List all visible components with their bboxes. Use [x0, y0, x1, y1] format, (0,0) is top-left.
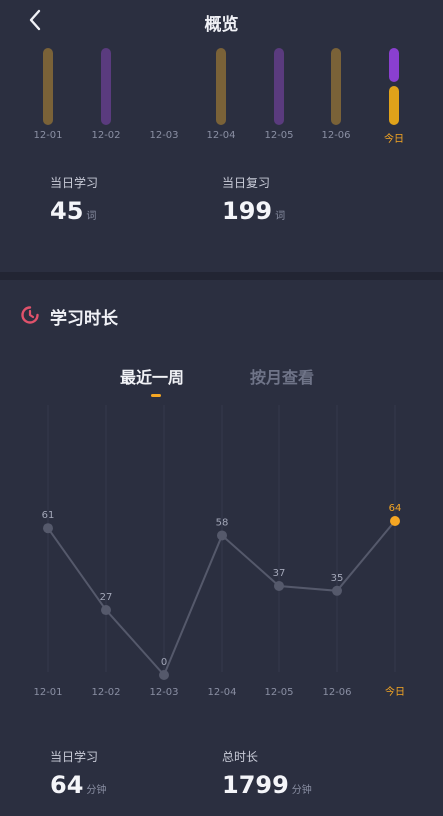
day-label: 12-05 — [264, 130, 294, 141]
stat-unit: 词 — [86, 211, 97, 222]
data-label: 27 — [100, 592, 113, 603]
x-tick-label: 12-03 — [149, 687, 178, 698]
day-label: 12-01 — [33, 130, 63, 141]
stat-value: 64 — [50, 771, 84, 799]
stat-unit: 分钟 — [86, 785, 107, 796]
data-label: 37 — [273, 568, 286, 579]
day-bar-today-review — [389, 48, 399, 82]
header-bar: 概览 — [0, 0, 443, 40]
day-bar-12-02 — [101, 48, 111, 125]
stat-value-row: 199 词 — [222, 197, 285, 225]
stat-daily-review: 当日复习 199 词 — [222, 174, 285, 225]
data-point — [43, 523, 53, 534]
stat-daily-study-time: 当日学习 64 分钟 — [50, 748, 106, 799]
stat-value: 1799 — [222, 771, 289, 799]
data-label: 0 — [161, 657, 167, 668]
day-bar-12-05 — [274, 48, 284, 125]
stat-unit: 词 — [275, 211, 286, 222]
page-title: 概览 — [204, 15, 239, 35]
x-tick-label: 12-02 — [91, 687, 120, 698]
x-tick-label: 12-01 — [33, 687, 62, 698]
x-tick-label: 12-06 — [322, 687, 351, 698]
stat-value: 45 — [50, 197, 84, 225]
tab-monthly[interactable]: 按月查看 — [250, 364, 314, 388]
data-label: 35 — [331, 573, 344, 584]
data-point-today — [390, 516, 400, 526]
stat-unit: 分钟 — [291, 785, 312, 796]
stat-daily-study: 当日学习 45 词 — [50, 174, 98, 225]
stat-label: 当日复习 — [222, 176, 271, 190]
stat-label: 当日学习 — [50, 750, 99, 764]
day-label: 12-04 — [206, 130, 236, 141]
day-bar-12-01 — [43, 48, 53, 125]
stat-value-row: 1799 分钟 — [222, 771, 312, 799]
data-label: 58 — [216, 517, 229, 528]
stat-total-time: 总时长 1799 分钟 — [222, 748, 312, 799]
data-point — [101, 605, 111, 616]
x-tick-label: 12-05 — [264, 687, 293, 698]
day-label: 12-06 — [321, 130, 351, 141]
data-label: 61 — [42, 510, 55, 521]
x-tick-label: 今日 — [385, 685, 405, 698]
x-tick-label: 12-04 — [207, 687, 236, 698]
stat-label: 总时长 — [222, 750, 259, 764]
day-bar-12-04 — [216, 48, 226, 125]
section-title: 学习时长 — [50, 309, 118, 329]
day-label-today: 今日 — [384, 134, 404, 145]
section-divider — [0, 272, 443, 280]
stat-value: 199 — [222, 197, 273, 225]
stat-label: 当日学习 — [50, 176, 99, 190]
daily-bars: 12-01 12-02 12-03 12-04 12-05 12-06 今日 — [0, 40, 443, 150]
clock-icon — [20, 305, 40, 325]
data-point — [332, 585, 342, 596]
day-label: 12-03 — [149, 130, 179, 141]
data-point — [274, 580, 284, 591]
data-point — [159, 670, 169, 680]
day-bar-today-study — [389, 86, 399, 125]
stat-value-row: 64 分钟 — [50, 771, 106, 799]
day-label: 12-02 — [91, 130, 121, 141]
study-duration-chart: 61 27 0 58 37 35 64 12-01 12-02 12-03 12-04 12-05 12… — [33, 405, 405, 698]
tab-indicator — [151, 394, 161, 397]
stat-value-row: 45 词 — [50, 197, 98, 225]
tab-recent-week[interactable]: 最近一周 — [120, 364, 184, 388]
data-label: 64 — [389, 503, 402, 514]
data-point — [217, 530, 227, 541]
day-bar-12-06 — [331, 48, 341, 125]
